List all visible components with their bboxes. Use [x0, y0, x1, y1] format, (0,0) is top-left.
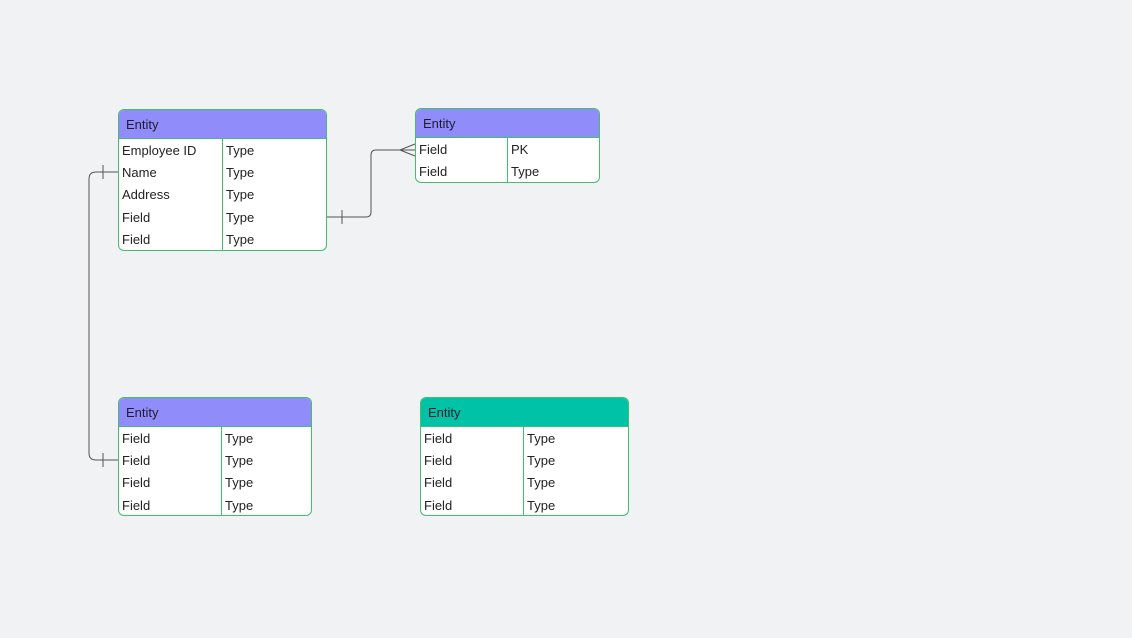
- field-type[interactable]: Type: [524, 449, 555, 471]
- field-type[interactable]: Type: [223, 228, 254, 250]
- entity-header[interactable]: Entity: [119, 110, 326, 139]
- field-type[interactable]: Type: [524, 494, 555, 515]
- field-name[interactable]: Field: [119, 471, 222, 494]
- field-type[interactable]: Type: [524, 472, 555, 494]
- field-type[interactable]: Type: [223, 184, 254, 206]
- field-name[interactable]: Field: [119, 493, 222, 515]
- table-row[interactable]: Field Type: [416, 160, 599, 182]
- field-type[interactable]: Type: [222, 494, 253, 515]
- field-type[interactable]: Type: [222, 449, 253, 471]
- field-name[interactable]: Field: [421, 493, 524, 515]
- field-name[interactable]: Field: [416, 160, 508, 182]
- table-row[interactable]: Field Type: [119, 449, 311, 472]
- table-row[interactable]: Field Type: [421, 471, 628, 494]
- field-type[interactable]: Type: [222, 472, 253, 494]
- field-type[interactable]: Type: [223, 139, 254, 161]
- entity-employee-table[interactable]: Entity Employee ID Type Name Type Addres…: [118, 109, 327, 251]
- table-row[interactable]: Field Type: [421, 427, 628, 450]
- field-name[interactable]: Field: [119, 228, 223, 250]
- table-row[interactable]: Field Type: [421, 493, 628, 515]
- entity-rows: Field Type Field Type Field Type Field T…: [119, 427, 311, 515]
- entity-rows: Field PK Field Type: [416, 138, 599, 182]
- field-type[interactable]: PK: [508, 138, 528, 160]
- table-row[interactable]: Field Type: [119, 493, 311, 515]
- entity-right-top-table[interactable]: Entity Field PK Field Type: [415, 108, 600, 183]
- field-name[interactable]: Field: [119, 427, 222, 450]
- field-name[interactable]: Field: [421, 449, 524, 472]
- table-row[interactable]: Field Type: [119, 205, 326, 229]
- field-name[interactable]: Field: [416, 138, 508, 161]
- table-row[interactable]: Field Type: [421, 449, 628, 472]
- table-row[interactable]: Field PK: [416, 138, 599, 161]
- entity-bottom-left-table[interactable]: Entity Field Type Field Type Field Type …: [118, 397, 312, 516]
- entity-bottom-right-table[interactable]: Entity Field Type Field Type Field Type …: [420, 397, 629, 516]
- field-name[interactable]: Name: [119, 161, 223, 184]
- field-type[interactable]: Type: [508, 160, 539, 182]
- table-row[interactable]: Employee ID Type: [119, 139, 326, 162]
- connector-employee-to-bottom-entity[interactable]: [88, 171, 118, 461]
- field-type[interactable]: Type: [223, 161, 254, 183]
- table-row[interactable]: Field Type: [119, 471, 311, 494]
- field-name[interactable]: Employee ID: [119, 139, 223, 162]
- table-row[interactable]: Name Type: [119, 161, 326, 184]
- field-name[interactable]: Field: [421, 427, 524, 450]
- field-name[interactable]: Field: [119, 449, 222, 472]
- field-type[interactable]: Type: [223, 206, 254, 228]
- table-row[interactable]: Address Type: [119, 183, 326, 206]
- connector-employee-to-right-entity[interactable]: [327, 149, 415, 218]
- field-name[interactable]: Field: [119, 205, 223, 229]
- crows-foot-marker: [399, 143, 416, 157]
- diagram-canvas[interactable]: Entity Employee ID Type Name Type Addres…: [0, 0, 1132, 638]
- entity-header[interactable]: Entity: [119, 398, 311, 427]
- entity-rows: Field Type Field Type Field Type Field T…: [421, 427, 628, 515]
- field-name[interactable]: Field: [421, 471, 524, 494]
- field-type[interactable]: Type: [524, 427, 555, 449]
- field-type[interactable]: Type: [222, 427, 253, 449]
- field-name[interactable]: Address: [119, 183, 223, 206]
- entity-rows: Employee ID Type Name Type Address Type …: [119, 139, 326, 250]
- entity-header[interactable]: Entity: [421, 398, 628, 427]
- relationship-connectors: [88, 143, 416, 467]
- table-row[interactable]: Field Type: [119, 228, 326, 250]
- table-row[interactable]: Field Type: [119, 427, 311, 450]
- entity-header[interactable]: Entity: [416, 109, 599, 138]
